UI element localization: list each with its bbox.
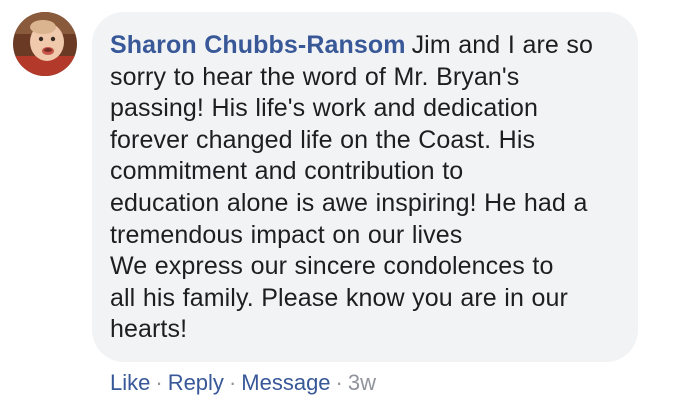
profile-photo-icon xyxy=(13,12,77,76)
reply-link[interactable]: Reply xyxy=(168,370,224,395)
comment-line: We express our sincere condolences to xyxy=(110,252,554,281)
author-name[interactable]: Sharon Chubbs-Ransom xyxy=(110,31,406,59)
comment-line: education alone is awe inspiring! He had… xyxy=(110,188,588,217)
comment-line: commitment and contribution to xyxy=(110,157,464,186)
comment-body: Sharon Chubbs-Ransom Jim and I are so sor… xyxy=(110,30,618,346)
comment-line: passing! His life's work and dedication xyxy=(110,94,539,123)
comment-line: sorry to hear the word of Mr. Bryan's xyxy=(110,62,520,91)
comment-line: forever changed life on the Coast. His xyxy=(110,125,536,154)
comment-line: Sharon Chubbs-Ransom Jim and I are so xyxy=(110,30,618,62)
timestamp[interactable]: 3w xyxy=(348,370,376,395)
comment-actions: Like · Reply · Message · 3w xyxy=(110,369,376,397)
separator-dot: · xyxy=(155,370,163,395)
comment-line: hearts! xyxy=(110,315,188,344)
comment: Sharon Chubbs-Ransom Jim and I are so sor… xyxy=(0,0,676,412)
comment-bubble: Sharon Chubbs-Ransom Jim and I are so sor… xyxy=(92,12,638,362)
like-link[interactable]: Like xyxy=(110,370,150,395)
comment-line: tremendous impact on our lives xyxy=(110,220,463,249)
separator-dot: · xyxy=(228,370,237,395)
message-link[interactable]: Message xyxy=(241,370,330,395)
separator-dot: · xyxy=(335,370,343,395)
comment-line: all his family. Please know you are in o… xyxy=(110,283,568,312)
comment-text: Jim and I are so xyxy=(411,31,594,59)
avatar[interactable] xyxy=(13,12,77,76)
